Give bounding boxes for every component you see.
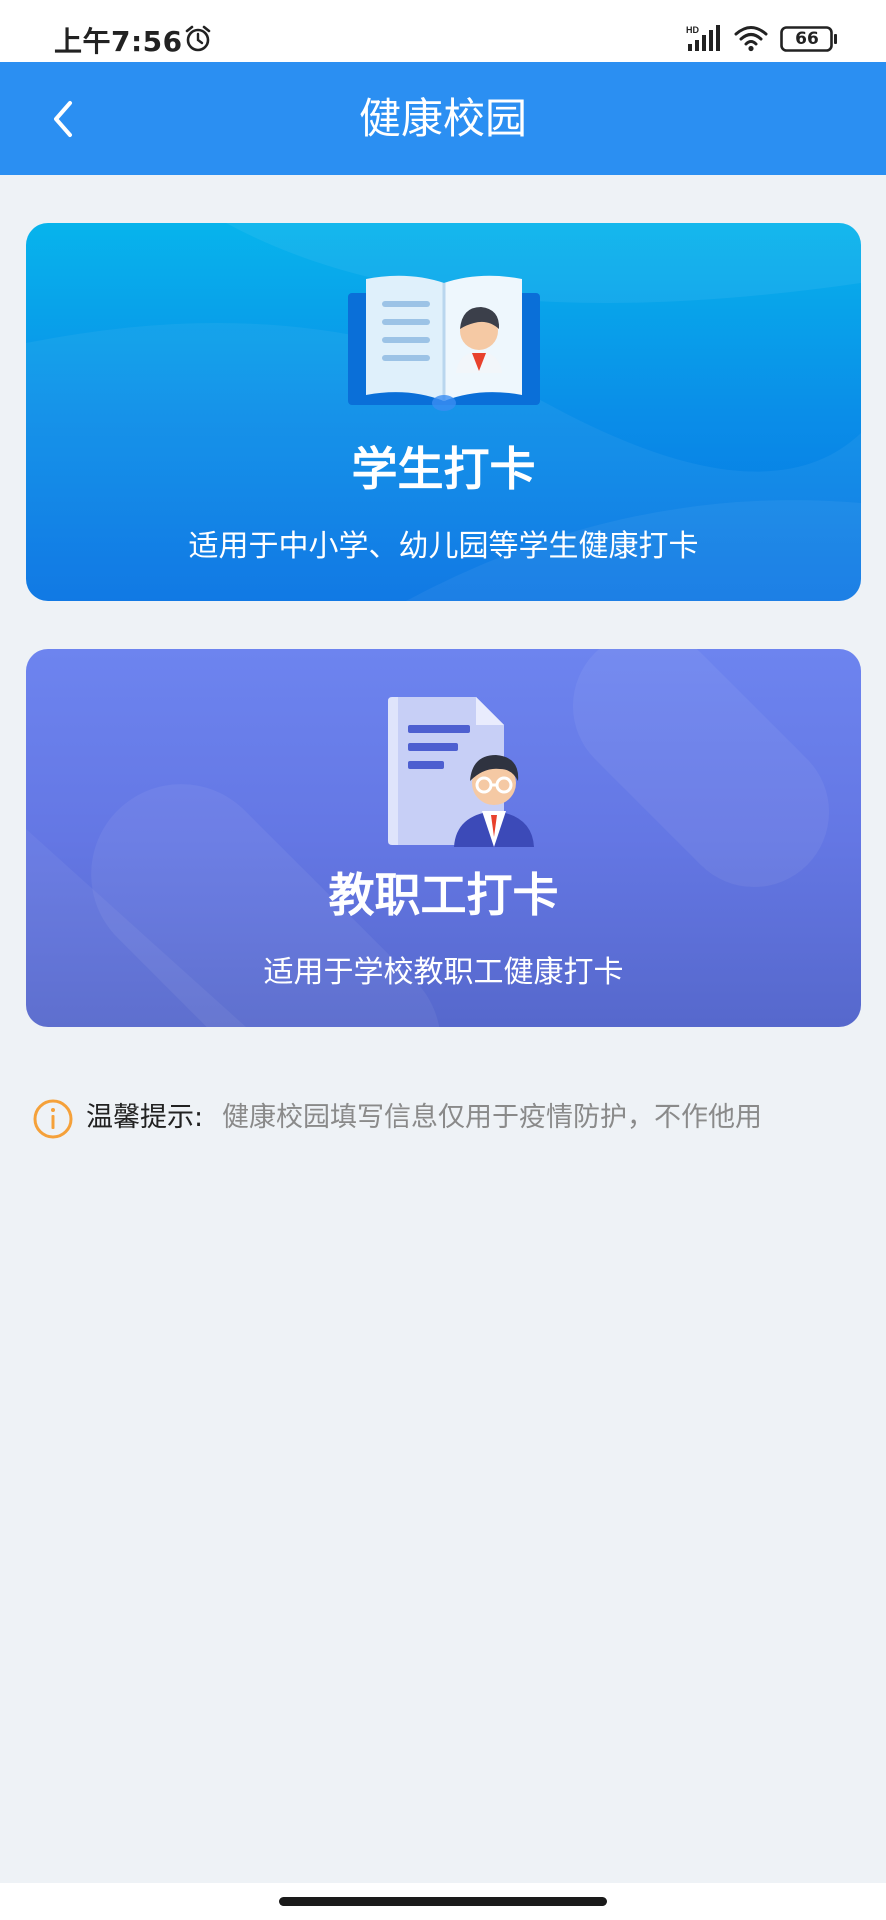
- student-card-title: 学生打卡: [351, 442, 536, 496]
- student-checkin-card[interactable]: 学生打卡 适用于中小学、幼儿园等学生健康打卡: [26, 223, 861, 601]
- home-indicator[interactable]: [279, 1897, 607, 1906]
- staff-card-description: 适用于学校教职工健康打卡: [263, 955, 624, 990]
- staff-checkin-card[interactable]: 教职工打卡 适用于学校教职工健康打卡: [26, 649, 861, 1027]
- status-time: 上午7:56: [54, 25, 183, 58]
- document-teacher-icon: [388, 697, 534, 847]
- info-circle-icon: [33, 1099, 73, 1139]
- nav-bar: 健康校园: [0, 62, 886, 175]
- tip-label: 温馨提示:: [86, 1102, 204, 1133]
- alarm-icon: [185, 25, 211, 52]
- tip-text: 健康校园填写信息仅用于疫情防护，不作他用: [222, 1102, 762, 1133]
- staff-card-title: 教职工打卡: [328, 868, 559, 922]
- battery-level: 66: [795, 29, 819, 49]
- open-book-student-icon: [348, 275, 540, 411]
- svg-text:HD: HD: [686, 25, 699, 35]
- wifi-icon: [734, 26, 768, 52]
- student-card-description: 适用于中小学、幼儿园等学生健康打卡: [188, 529, 699, 564]
- tip-row: 温馨提示: 健康校园填写信息仅用于疫情防护，不作他用: [32, 1096, 852, 1140]
- page-title: 健康校园: [358, 94, 527, 143]
- hd-signal-icon: HD: [686, 25, 720, 51]
- status-bar: 上午7:56 HD 66: [0, 0, 886, 62]
